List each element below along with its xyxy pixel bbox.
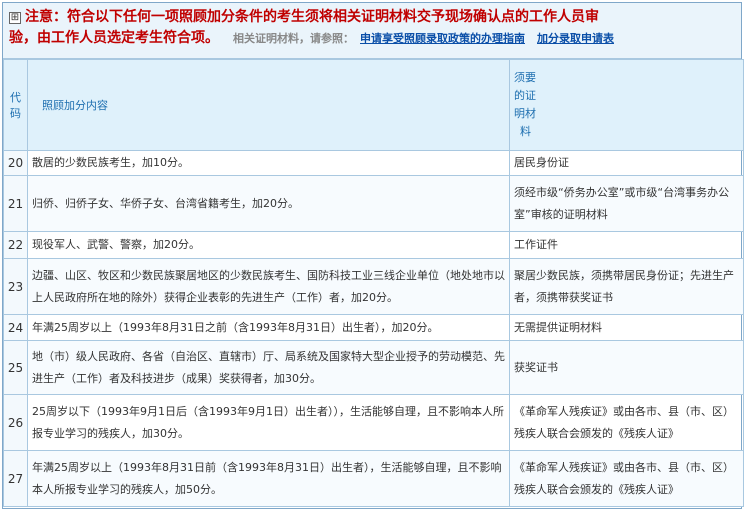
- table-header-row: 代 码 照顾加分内容 须要 的证 明材 料: [3, 59, 744, 151]
- notice-banner: ⊞ 注意：符合以下任何一项照顾加分条件的考生须将相关证明材料交予现场确认点的工作人…: [3, 3, 741, 59]
- header-doc-line: 的证: [514, 89, 536, 102]
- row-code: 20: [3, 150, 28, 176]
- guide-link[interactable]: 申请享受照顾录取政策的办理指南: [360, 32, 525, 45]
- notice-text-2: 验，由工作人员选定考生符合项。: [9, 30, 219, 46]
- row-content: 散居的少数民族考生，加10分。: [27, 150, 510, 176]
- row-documents: 须经市级“侨务办公室”或市级“台湾事务办公室”审核的证明材料: [509, 175, 744, 232]
- row-content: 地（市）级人民政府、各省（自治区、直辖市）厅、局系统及国家特大型企业授予的劳动模…: [27, 340, 510, 395]
- notice-line-1: ⊞ 注意：符合以下任何一项照顾加分条件的考生须将相关证明材料交予现场确认点的工作人…: [9, 7, 735, 27]
- row-content: 年满25周岁以上（1993年8月31日前（含1993年8月31日）出生者），生活…: [27, 450, 510, 507]
- row-content: 现役军人、武警、警察，加20分。: [27, 231, 510, 259]
- refer-label: 相关证明材料，请参照：: [233, 32, 354, 45]
- header-code-line: 代: [10, 91, 21, 104]
- application-form-link[interactable]: 加分录取申请表: [537, 32, 614, 45]
- row-code: 23: [3, 258, 28, 315]
- row-content: 归侨、归侨子女、华侨子女、台湾省籍考生，加20分。: [27, 175, 510, 232]
- table-row: 26 25周岁以下（1993年9月1日后（含1993年9月1日）出生者）），生活…: [3, 394, 744, 451]
- notice-text-1: 注意：符合以下任何一项照顾加分条件的考生须将相关证明材料交予现场确认点的工作人员…: [25, 9, 599, 25]
- row-code: 22: [3, 231, 28, 259]
- header-code: 代 码: [3, 59, 28, 151]
- row-code: 25: [3, 340, 28, 395]
- header-doc-line: 须要: [514, 71, 536, 84]
- row-documents: 工作证件: [509, 231, 744, 259]
- policy-panel: ⊞ 注意：符合以下任何一项照顾加分条件的考生须将相关证明材料交予现场确认点的工作人…: [2, 2, 744, 509]
- row-content: 年满25周岁以上（1993年8月31日之前（含1993年8月31日）出生者），加…: [27, 314, 510, 341]
- header-content: 照顾加分内容: [27, 59, 510, 151]
- table-row: 22 现役军人、武警、警察，加20分。 工作证件: [3, 231, 744, 259]
- row-documents: 无需提供证明材料: [509, 314, 744, 341]
- row-code: 21: [3, 175, 28, 232]
- row-documents: 聚居少数民族，须携带居民身份证；先进生产者，须携带获奖证书: [509, 258, 744, 315]
- row-code: 24: [3, 314, 28, 341]
- notice-line-2: 验，由工作人员选定考生符合项。 相关证明材料，请参照： 申请享受照顾录取政策的办理指…: [9, 27, 735, 50]
- row-documents: 获奖证书: [509, 340, 744, 395]
- row-code: 27: [3, 450, 28, 507]
- row-documents: 《革命军人残疾证》或由各市、县（市、区）残疾人联合会颁发的《残疾人证》: [509, 394, 744, 451]
- bonus-points-table: 代 码 照顾加分内容 须要 的证 明材 料 20 散居的少数民族考生，加10分。…: [3, 59, 744, 507]
- row-documents: 居民身份证: [509, 150, 744, 176]
- header-doc-line: 明材: [514, 107, 536, 120]
- row-documents: 《革命军人残疾证》或由各市、县（市、区）残疾人联合会颁发的《残疾人证》: [509, 450, 744, 507]
- header-code-line: 码: [10, 107, 21, 120]
- table-row: 20 散居的少数民族考生，加10分。 居民身份证: [3, 150, 744, 176]
- table-row: 25 地（市）级人民政府、各省（自治区、直辖市）厅、局系统及国家特大型企业授予的…: [3, 340, 744, 395]
- row-code: 26: [3, 394, 28, 451]
- expand-toggle-icon[interactable]: ⊞: [9, 12, 21, 24]
- row-content: 25周岁以下（1993年9月1日后（含1993年9月1日）出生者）），生活能够自…: [27, 394, 510, 451]
- table-row: 23 边疆、山区、牧区和少数民族聚居地区的少数民族考生、国防科技工业三线企业单位…: [3, 258, 744, 315]
- table-row: 21 归侨、归侨子女、华侨子女、台湾省籍考生，加20分。 须经市级“侨务办公室”…: [3, 175, 744, 232]
- header-doc-line: 料: [520, 125, 531, 138]
- row-content: 边疆、山区、牧区和少数民族聚居地区的少数民族考生、国防科技工业三线企业单位（地处…: [27, 258, 510, 315]
- table-row: 27 年满25周岁以上（1993年8月31日前（含1993年8月31日）出生者）…: [3, 450, 744, 507]
- table-row: 24 年满25周岁以上（1993年8月31日之前（含1993年8月31日）出生者…: [3, 314, 744, 341]
- header-documents: 须要 的证 明材 料: [509, 59, 744, 151]
